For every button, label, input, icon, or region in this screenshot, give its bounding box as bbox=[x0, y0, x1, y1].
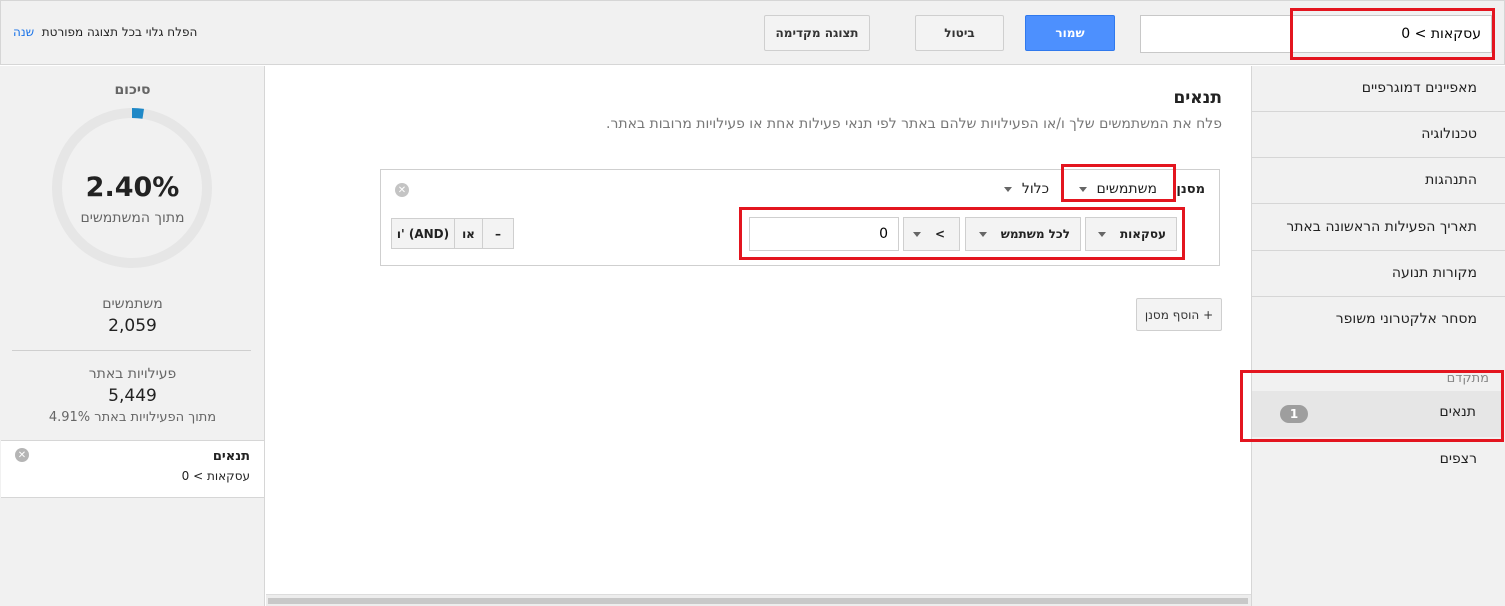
preview-button[interactable]: תצוגה מקדימה bbox=[764, 15, 870, 51]
chevron-down-icon bbox=[1003, 186, 1012, 192]
save-button[interactable]: שמור bbox=[1025, 15, 1115, 51]
filter-label: מסנן bbox=[1176, 182, 1205, 197]
filter-box: מסנן משתמשים כלול ✕ עסקאות לכל משתמש > ו… bbox=[380, 169, 1220, 266]
aggregation-value: לכל משתמש bbox=[1000, 227, 1070, 241]
summary-percent-subtitle: מתוך המשתמשים bbox=[80, 210, 185, 226]
cancel-button[interactable]: ביטול bbox=[915, 15, 1004, 51]
segment-category-nav: מאפיינים דמוגרפיים טכנולוגיה התנהגות תאר… bbox=[1251, 66, 1505, 606]
chevron-down-icon bbox=[1078, 186, 1087, 192]
horizontal-scrollbar[interactable] bbox=[266, 594, 1251, 606]
scrollbar-thumb[interactable] bbox=[268, 598, 1248, 604]
or-button[interactable]: או bbox=[454, 219, 482, 248]
segment-visibility: הפלח גלוי בכל תצוגה מפורטת שנה bbox=[13, 25, 243, 39]
filter-include-dropdown[interactable]: כלול bbox=[1003, 181, 1049, 197]
summary-title: סיכום bbox=[114, 82, 151, 98]
change-visibility-link[interactable]: שנה bbox=[13, 25, 34, 39]
summary-card-value: עסקאות > 0 bbox=[181, 469, 250, 483]
nav-divider bbox=[1252, 296, 1505, 297]
metric-value: עסקאות bbox=[1119, 227, 1166, 241]
chevron-down-icon bbox=[1097, 231, 1106, 237]
summary-divider bbox=[12, 350, 251, 351]
operator-dropdown[interactable]: > bbox=[903, 217, 960, 251]
segment-name-input[interactable] bbox=[1140, 15, 1492, 53]
condition-value-input[interactable] bbox=[749, 217, 899, 251]
filter-scope-value: משתמשים bbox=[1096, 181, 1157, 197]
nav-item-traffic-sources[interactable]: מקורות תנועה bbox=[1252, 265, 1505, 281]
condition-logic-buttons: ו' (AND) או – bbox=[391, 218, 514, 249]
chevron-down-icon bbox=[912, 231, 921, 237]
sessions-percent: 4.91% מתוך הפעילויות באתר bbox=[48, 410, 217, 425]
nav-item-first-session-date[interactable]: תאריך הפעילות הראשונה באתר bbox=[1252, 219, 1505, 235]
nav-item-enhanced-ecommerce[interactable]: מסחר אלקטרוני משופר bbox=[1252, 311, 1505, 327]
summary-card-title: תנאים bbox=[212, 449, 250, 464]
nav-item-behavior[interactable]: התנהגות bbox=[1252, 172, 1505, 188]
conditions-count-badge: 1 bbox=[1280, 405, 1308, 423]
filter-scope-dropdown[interactable]: משתמשים bbox=[1078, 181, 1157, 197]
nav-item-technology[interactable]: טכנולוגיה bbox=[1252, 126, 1505, 142]
nav-divider bbox=[1252, 157, 1505, 158]
nav-divider bbox=[1252, 203, 1505, 204]
aggregation-dropdown[interactable]: לכל משתמש bbox=[965, 217, 1081, 251]
nav-item-conditions[interactable]: תנאים 1 bbox=[1252, 391, 1504, 437]
operator-value: > bbox=[934, 227, 945, 241]
users-count: 2,059 bbox=[108, 316, 157, 336]
visibility-text: הפלח גלוי בכל תצוגה מפורטת bbox=[41, 25, 198, 39]
top-bar: שמור ביטול תצוגה מקדימה הפלח גלוי בכל תצ… bbox=[0, 0, 1505, 65]
sessions-label: פעילויות באתר bbox=[88, 366, 177, 382]
nav-divider bbox=[1252, 111, 1505, 112]
nav-divider bbox=[1252, 250, 1505, 251]
summary-panel: סיכום 2.40% מתוך המשתמשים משתמשים 2,059 … bbox=[0, 66, 265, 606]
summary-conditions-card: תנאים עסקאות > 0 ✕ bbox=[1, 440, 264, 498]
summary-percent: 2.40% bbox=[85, 172, 180, 203]
nav-item-sequences[interactable]: רצפים bbox=[1252, 451, 1505, 467]
add-filter-button[interactable]: + הוסף מסנן bbox=[1136, 298, 1222, 331]
sessions-count: 5,449 bbox=[108, 386, 157, 406]
and-button[interactable]: ו' (AND) bbox=[392, 219, 454, 248]
remove-condition-icon[interactable]: ✕ bbox=[15, 448, 29, 462]
nav-advanced-header: מתקדם bbox=[1446, 371, 1489, 386]
remove-condition-button[interactable]: – bbox=[482, 219, 513, 248]
filter-include-value: כלול bbox=[1021, 181, 1049, 197]
nav-item-demographics[interactable]: מאפיינים דמוגרפיים bbox=[1252, 80, 1505, 96]
page-title: תנאים bbox=[1173, 88, 1222, 108]
chevron-down-icon bbox=[978, 231, 987, 237]
page-description: פלח את המשתמשים שלך ו/או הפעילויות שלהם … bbox=[606, 116, 1222, 132]
metric-dropdown[interactable]: עסקאות bbox=[1085, 217, 1177, 251]
conditions-editor: תנאים פלח את המשתמשים שלך ו/או הפעילויות… bbox=[266, 66, 1251, 606]
users-label: משתמשים bbox=[102, 296, 163, 312]
remove-filter-icon[interactable]: ✕ bbox=[395, 183, 409, 197]
